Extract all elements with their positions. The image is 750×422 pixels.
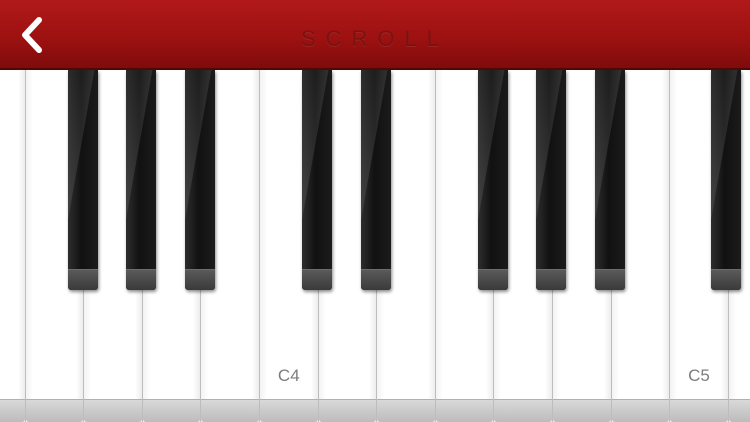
- black-key-csharp5[interactable]: [711, 70, 741, 290]
- black-key-csharp4[interactable]: [302, 70, 332, 290]
- black-key-asharp4[interactable]: [595, 70, 625, 290]
- key-label: C5: [688, 366, 710, 385]
- top-bar: SCROLL: [0, 0, 750, 70]
- white-key-partial-left[interactable]: [0, 70, 26, 422]
- piano-keyboard: C4 C5: [0, 70, 750, 422]
- black-key-asharp3[interactable]: [185, 70, 215, 290]
- black-key-dsharp4[interactable]: [361, 70, 391, 290]
- black-key-fsharp3[interactable]: [68, 70, 98, 290]
- black-key-fsharp4[interactable]: [478, 70, 508, 290]
- key-label: C4: [277, 366, 300, 385]
- piano-app: SCROLL C4 C5: [0, 0, 750, 422]
- black-key-gsharp3[interactable]: [126, 70, 156, 290]
- black-key-gsharp4[interactable]: [536, 70, 566, 290]
- scroll-button[interactable]: SCROLL: [0, 0, 750, 70]
